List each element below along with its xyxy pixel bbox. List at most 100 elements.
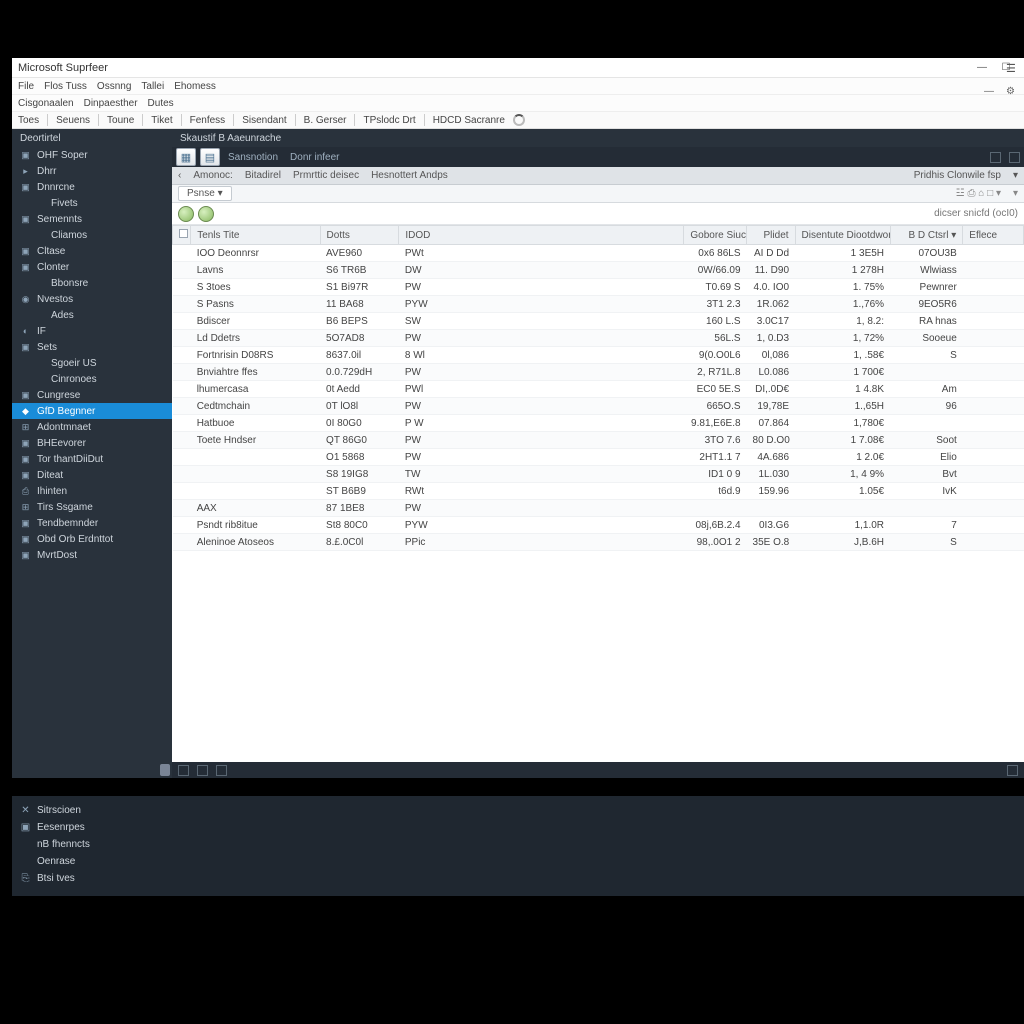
column-header[interactable]: Gobore Siucl [684, 226, 747, 245]
table-row[interactable]: Hatbuoe0I 80G0P W9.81,E6E.807.8641,780€ [173, 415, 1024, 432]
sidebar-item[interactable]: ◐IF [12, 323, 172, 339]
table-row[interactable]: S Pasns11 BA68PYW3T1 2.31R.0621.,76%9EO5… [173, 296, 1024, 313]
menu-item[interactable]: Flos Tuss [44, 81, 87, 92]
sidebar-scroll-handle[interactable] [160, 764, 170, 776]
outer-minimize-button[interactable]: — [984, 86, 994, 97]
tab[interactable]: Bitadirel [245, 170, 281, 181]
sidebar-item[interactable]: ◆GfD Begnner [12, 403, 172, 419]
status-icon-3[interactable] [216, 765, 227, 776]
toolbar-icon-button-1[interactable]: ▦ [176, 148, 196, 166]
sidebar-item[interactable]: ▣Obd Orb Erdnttot [12, 531, 172, 547]
filter-control-icon[interactable]: ☳ [956, 188, 968, 199]
sidebar-item[interactable]: ▣Tendbemnder [12, 515, 172, 531]
tab-scroll-left-icon[interactable]: ‹ [178, 170, 181, 181]
sidebar-item[interactable]: ▸Dhrr [12, 163, 172, 179]
topbar-right-icon-2[interactable] [1009, 152, 1020, 163]
sidebar-item[interactable]: Cliamos [12, 227, 172, 243]
toolbar-icon-button-2[interactable]: ▤ [200, 148, 220, 166]
tab[interactable]: Amonoc: [193, 170, 232, 181]
sidebar-item[interactable]: Bbonsre [12, 275, 172, 291]
column-header[interactable]: B D Ctsrl ▾ [890, 226, 963, 245]
sidebar-item[interactable]: ⊞Adontmnaet [12, 419, 172, 435]
action-icon-1[interactable] [178, 206, 194, 222]
lower-panel-item[interactable]: ▣Eesenrpes [20, 819, 1016, 836]
filter-dropdown[interactable]: Psnse ▾ [178, 186, 232, 201]
sidebar-item[interactable]: ▣Cungrese [12, 387, 172, 403]
table-row[interactable]: Ld Ddetrs5O7AD8PW56L.S1, 0.D31, 72%Sooeu… [173, 330, 1024, 347]
table-row[interactable]: IOO DeonnrsrAVE960PWt0x6 86LSAI D Dd1 3E… [173, 245, 1024, 262]
sidebar-item[interactable]: ▣OHF Soper [12, 147, 172, 163]
sidebar-item[interactable]: Fivets [12, 195, 172, 211]
column-header[interactable]: Plidet [747, 226, 796, 245]
sidebar-item[interactable]: ▣BHEevorer [12, 435, 172, 451]
column-header[interactable] [173, 226, 191, 245]
column-header[interactable]: Disentute Diootdwords [795, 226, 890, 245]
chevron-down-icon[interactable]: ▾ [1013, 170, 1018, 181]
table-row[interactable]: Bnviahtre ffes0.0.729dHPW2, R71L.8L0.086… [173, 364, 1024, 381]
table-row[interactable]: AAX87 1BE8PW [173, 500, 1024, 517]
menu-item[interactable]: Ossnng [97, 81, 131, 92]
sidebar-item[interactable]: ▣Sets [12, 339, 172, 355]
table-row[interactable]: Psndt rib8itueSt8 80C0PYW08j,6B.2.40I3.G… [173, 517, 1024, 534]
sidebar-item[interactable]: ⎙Ihinten [12, 483, 172, 499]
sidebar-item[interactable]: ⊞Tirs Ssgame [12, 499, 172, 515]
table-row[interactable]: O1 5868PW2HT1.1 74A.6861 2.0€Elio [173, 449, 1024, 466]
toolbar-item[interactable]: TPslodc Drt [363, 115, 415, 126]
status-icon-1[interactable] [178, 765, 189, 776]
table-row[interactable]: ST B6B9RWtt6d.9159.961.05€IvK [173, 483, 1024, 500]
sidebar-item[interactable]: Sgoeir US [12, 355, 172, 371]
status-icon-2[interactable] [197, 765, 208, 776]
tab[interactable]: Prmrttic deisec [293, 170, 359, 181]
sidebar-item[interactable]: Ades [12, 307, 172, 323]
toolbar-item[interactable]: Toune [107, 115, 134, 126]
table-row[interactable]: S 3toesS1 Bi97RPWT0.69 S4.0. IO01. 75%Pe… [173, 279, 1024, 296]
sidebar-item[interactable]: ▣Clonter [12, 259, 172, 275]
table-row[interactable]: LavnsS6 TR6BDW0W/66.0911. D901 278HWlwia… [173, 262, 1024, 279]
toolbar-item[interactable]: B. Gerser [304, 115, 347, 126]
toolbar-item[interactable]: Toes [18, 115, 39, 126]
toolbar-item[interactable]: HDCD Sacranre [433, 115, 505, 126]
column-header[interactable]: IDOD [399, 226, 684, 245]
sidebar-item[interactable]: ◉Nvestos [12, 291, 172, 307]
lower-panel-item[interactable]: Oenrase [20, 853, 1016, 870]
tab[interactable]: Hesnottert Andps [371, 170, 448, 181]
menu-item[interactable]: Cisgonaalen [18, 98, 74, 109]
minimize-button[interactable]: — [970, 60, 994, 76]
filter-control-icon[interactable]: ▾ [996, 188, 1001, 199]
status-icon-right[interactable] [1007, 765, 1018, 776]
sidebar-item[interactable]: Cinronoes [12, 371, 172, 387]
toolbar-item[interactable]: Sisendant [242, 115, 286, 126]
sidebar-item[interactable]: ▣MvrtDost [12, 547, 172, 563]
topbar-right-icon-1[interactable] [990, 152, 1001, 163]
toolbar-item[interactable]: Fenfess [190, 115, 226, 126]
outer-control-icon-1[interactable]: ☰ [1006, 62, 1016, 75]
menu-item[interactable]: Tallei [141, 81, 164, 92]
sidebar-item[interactable]: ▣Diteat [12, 467, 172, 483]
filter-control-icon[interactable]: ⌂ [978, 188, 987, 199]
filter-control-icon[interactable]: □ [987, 188, 996, 199]
column-header[interactable]: Dotts [320, 226, 399, 245]
table-row[interactable]: S8 19IG8TWID1 0 91L.0301, 4 9%Bvt [173, 466, 1024, 483]
lower-panel-item[interactable]: nB fhenncts [20, 836, 1016, 853]
table-row[interactable]: Cedtmchain0T lO8lPW665O.S19,78E1.,65H96 [173, 398, 1024, 415]
filter-control-icon[interactable]: ⎙ [968, 188, 979, 199]
menu-item[interactable]: Ehomess [174, 81, 216, 92]
menu-item[interactable]: Dinpaesther [84, 98, 138, 109]
lower-panel-item[interactable]: ⎘Btsi tves [20, 870, 1016, 887]
table-row[interactable]: Aleninoe Atoseos8.£.0C0lPPic98,.0O1 235E… [173, 534, 1024, 551]
sidebar-item[interactable]: ▣Tor thantDiiDut [12, 451, 172, 467]
column-header[interactable]: Tenls Tite [191, 226, 320, 245]
table-row[interactable]: Toete HndserQT 86G0PW3TO 7.680 D.O01 7.0… [173, 432, 1024, 449]
sidebar-item[interactable]: ▣Dnnrcne [12, 179, 172, 195]
table-row[interactable]: Fortnrisin D08RS8637.0il8 Wl9(0.O0L60l,0… [173, 347, 1024, 364]
sidebar-item[interactable]: ▣Semennts [12, 211, 172, 227]
toolbar-item[interactable]: Seuens [56, 115, 90, 126]
action-icon-2[interactable] [198, 206, 214, 222]
toolbar-item[interactable]: Tiket [151, 115, 172, 126]
menu-item[interactable]: File [18, 81, 34, 92]
menu-item[interactable]: Dutes [148, 98, 174, 109]
table-row[interactable]: BdiscerB6 BEPSSW160 L.S3.0C171, 8.2:RA h… [173, 313, 1024, 330]
tab-right-label[interactable]: Pridhis Clonwile fsp [914, 170, 1001, 181]
column-header[interactable]: Eflece [963, 226, 1024, 245]
table-row[interactable]: lhumercasa0t AeddPWlEC0 5E.SDI,.0D€1 4.8… [173, 381, 1024, 398]
